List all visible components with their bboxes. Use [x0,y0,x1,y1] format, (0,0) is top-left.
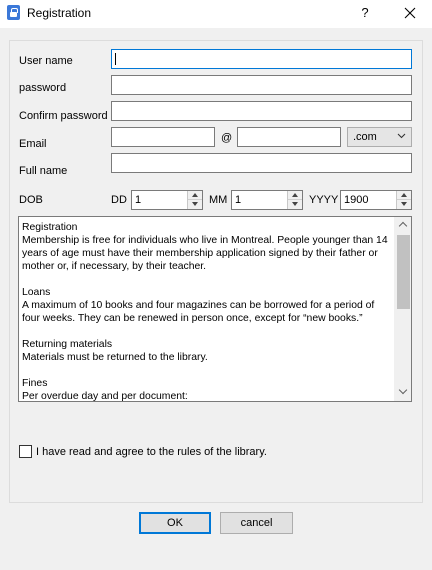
dob-day-spinbox[interactable]: 1 [131,190,203,210]
library-rules-textarea[interactable]: Registration Membership is free for indiv… [18,216,412,402]
dob-year-value: 1900 [344,194,369,206]
confirm-password-input[interactable] [111,101,412,121]
confirm-password-label: Confirm password [19,110,108,122]
full-name-label: Full name [19,165,68,177]
rules-line: Membership is free for individuals who l… [22,235,388,272]
scroll-down-arrow-icon[interactable] [395,384,411,401]
rules-spacer [22,325,394,338]
chevron-down-icon [397,133,406,139]
help-button[interactable]: ? [354,3,376,23]
email-label: Email [19,138,47,150]
email-tld-value: .com [353,131,377,143]
password-input[interactable] [111,75,412,95]
rules-line: Returning materials [22,339,113,350]
scrollbar-thumb[interactable] [397,235,410,309]
rules-line: Per overdue day and per document: [22,391,188,402]
username-input[interactable] [111,49,412,69]
window-title: Registration [27,6,92,20]
scroll-up-arrow-icon[interactable] [395,217,411,234]
rules-scrollbar[interactable] [394,217,411,401]
title-bar: Registration ? [0,0,432,28]
agree-rules-label[interactable]: I have read and agree to the rules of th… [36,446,267,458]
rules-line: Registration [22,222,78,233]
dob-year-increment-button[interactable] [397,191,411,200]
dob-day-label: DD [111,194,127,206]
dob-label: DOB [19,194,43,206]
dob-day-increment-button[interactable] [188,191,202,200]
registration-app-icon [7,5,20,20]
dob-day-decrement-button[interactable] [188,200,202,209]
rules-spacer [22,273,394,286]
dob-month-value: 1 [235,194,242,206]
close-button[interactable] [397,3,423,23]
ok-button[interactable]: OK [139,512,211,534]
full-name-input[interactable] [111,153,412,173]
email-local-input[interactable] [111,127,215,147]
username-label: User name [19,55,73,67]
close-icon [404,7,416,19]
email-at-sign: @ [221,132,233,144]
email-tld-select[interactable]: .com [347,127,412,147]
dob-month-spinbox[interactable]: 1 [231,190,303,210]
rules-line: Fines [22,378,48,389]
rules-line: A maximum of 10 books and four magazines… [22,300,375,324]
dob-year-label: YYYY [309,194,339,206]
cancel-button[interactable]: cancel [220,512,293,534]
dob-year-decrement-button[interactable] [397,200,411,209]
rules-spacer [22,364,394,377]
password-label: password [19,82,67,94]
rules-line: Materials must be returned to the librar… [22,352,208,363]
text-caret [115,53,116,65]
dob-year-spinbox[interactable]: 1900 [340,190,412,210]
library-rules-text: Registration Membership is free for indiv… [22,221,394,402]
dob-month-increment-button[interactable] [288,191,302,200]
dob-month-label: MM [209,194,228,206]
email-domain-input[interactable] [237,127,341,147]
dob-day-value: 1 [135,194,142,206]
agree-rules-checkbox[interactable] [19,445,32,458]
dob-month-decrement-button[interactable] [288,200,302,209]
rules-line: Loans [22,287,51,298]
